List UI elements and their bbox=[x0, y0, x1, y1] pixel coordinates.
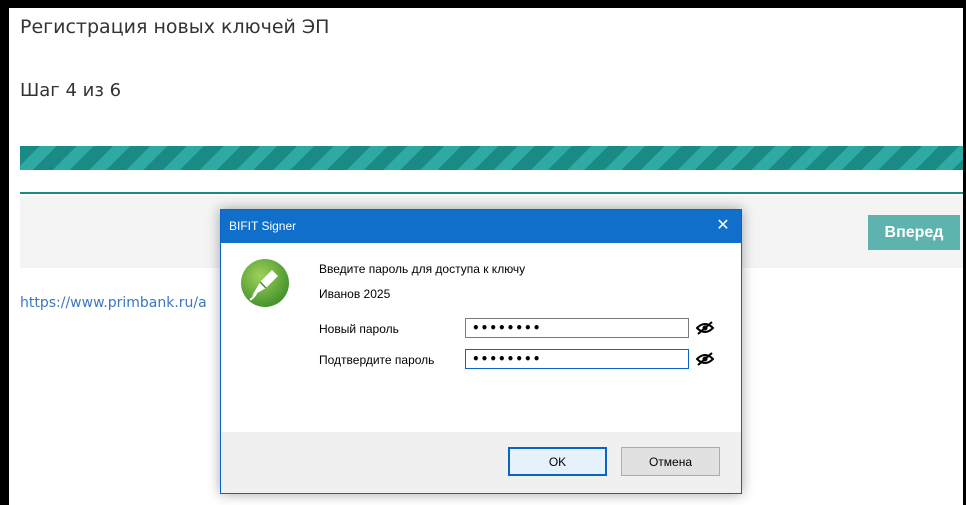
confirm-password-input[interactable] bbox=[465, 349, 689, 369]
dialog-titlebar[interactable]: BIFIT Signer ✕ bbox=[221, 210, 741, 243]
frame-top bbox=[0, 0, 966, 8]
close-icon[interactable]: ✕ bbox=[711, 215, 735, 237]
page-title: Регистрация новых ключей ЭП bbox=[20, 16, 330, 38]
dialog-title: BIFIT Signer bbox=[229, 219, 297, 233]
step-indicator: Шаг 4 из 6 bbox=[20, 80, 122, 101]
next-button[interactable]: Вперед bbox=[868, 215, 960, 250]
eye-slash-icon[interactable] bbox=[696, 352, 714, 366]
new-password-label: Новый пароль bbox=[319, 322, 399, 336]
eye-slash-icon[interactable] bbox=[696, 321, 714, 335]
divider bbox=[20, 192, 963, 194]
bifit-pen-logo-icon bbox=[241, 259, 289, 307]
cancel-button[interactable]: Отмена bbox=[621, 447, 720, 476]
new-password-input[interactable] bbox=[465, 318, 689, 338]
dialog-prompt: Введите пароль для доступа к ключу bbox=[319, 262, 526, 276]
progress-bar bbox=[20, 146, 963, 170]
ok-button[interactable]: OK bbox=[508, 447, 607, 476]
password-dialog: BIFIT Signer ✕ Введите пароль для доступ… bbox=[220, 209, 742, 494]
frame-left bbox=[0, 0, 9, 505]
bank-link[interactable]: https://www.primbank.ru/a bbox=[20, 295, 225, 311]
confirm-password-label: Подтвердите пароль bbox=[319, 353, 435, 367]
key-name: Иванов 2025 bbox=[319, 287, 391, 301]
